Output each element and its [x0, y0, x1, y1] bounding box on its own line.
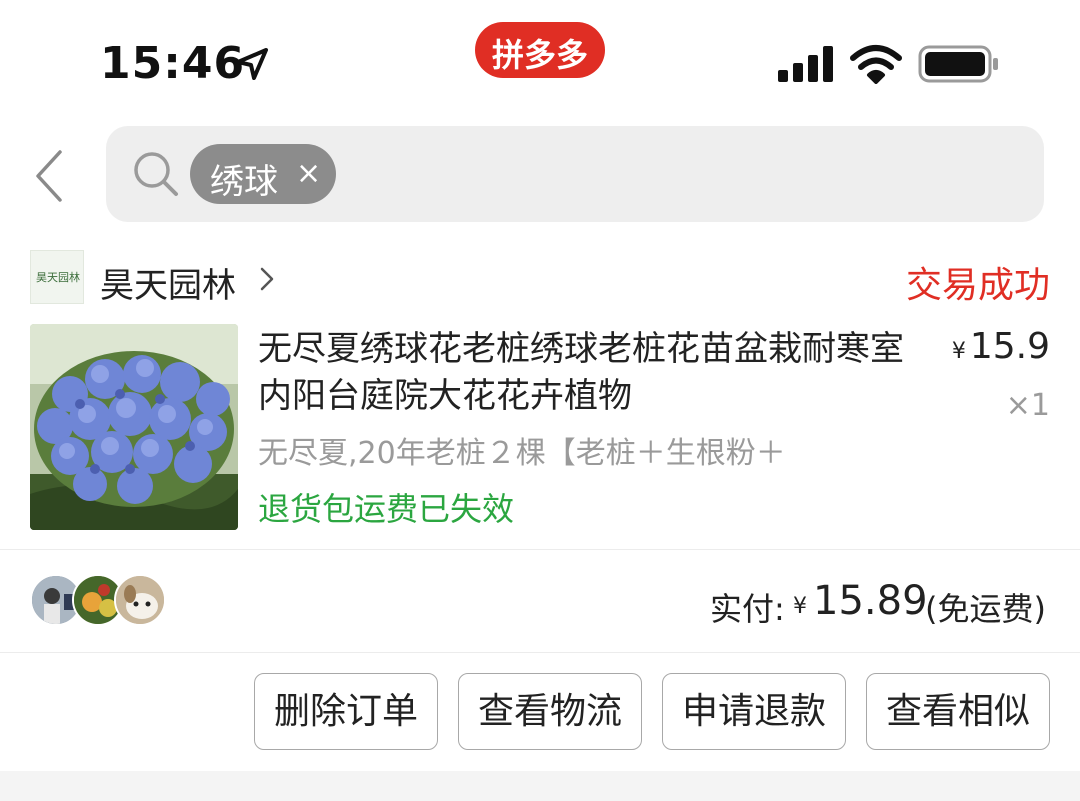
return-shipping-note: 退货包运费已失效	[258, 490, 515, 528]
hydrangea-photo	[30, 324, 238, 530]
status-bar: 15:46 拼多多	[0, 0, 1080, 120]
chevron-right-icon[interactable]	[258, 266, 276, 292]
divider	[0, 549, 1080, 550]
request-refund-button[interactable]: 申请退款	[662, 673, 846, 750]
product-image[interactable]	[30, 324, 238, 530]
order-status: 交易成功	[905, 265, 1050, 306]
back-chevron-icon[interactable]	[30, 148, 70, 204]
search-icon	[134, 152, 178, 196]
cellular-signal-icon	[778, 46, 833, 82]
price-currency: ¥	[951, 339, 966, 364]
shop-logo[interactable]: 昊天园林	[30, 250, 84, 304]
divider	[0, 652, 1080, 653]
shop-name[interactable]: 昊天园林	[100, 258, 236, 307]
pay-amount: 15.89	[813, 578, 928, 624]
product-quantity: ×1	[1005, 388, 1050, 423]
product-spec: 无尽夏,20年老桩２棵【老桩＋生根粉＋	[258, 436, 786, 471]
chip-close-icon[interactable]: ×	[296, 156, 321, 191]
app-badge: 拼多多	[475, 22, 605, 78]
status-time: 15:46	[100, 38, 246, 89]
avatar	[114, 574, 166, 626]
shop-logo-text: 昊天园林	[36, 271, 80, 284]
wifi-icon	[850, 45, 902, 84]
location-arrow-icon	[236, 48, 268, 80]
delete-order-button[interactable]: 删除订单	[254, 673, 438, 750]
bottom-separator	[0, 771, 1080, 801]
pay-label: 实付:	[710, 590, 785, 628]
pay-currency: ¥	[793, 594, 807, 619]
app-badge-label: 拼多多	[491, 36, 588, 74]
price-value: 15.9	[969, 326, 1050, 367]
free-shipping-note: (免运费)	[925, 590, 1046, 628]
view-similar-button[interactable]: 查看相似	[866, 673, 1050, 750]
view-logistics-button[interactable]: 查看物流	[458, 673, 642, 750]
product-title[interactable]: 无尽夏绣球花老桩绣球老桩花苗盆栽耐寒室内阳台庭院大花花卉植物	[258, 326, 908, 420]
search-chip-label: 绣球	[210, 162, 278, 202]
battery-icon	[918, 45, 998, 83]
product-price: ¥15.9	[940, 326, 1050, 367]
